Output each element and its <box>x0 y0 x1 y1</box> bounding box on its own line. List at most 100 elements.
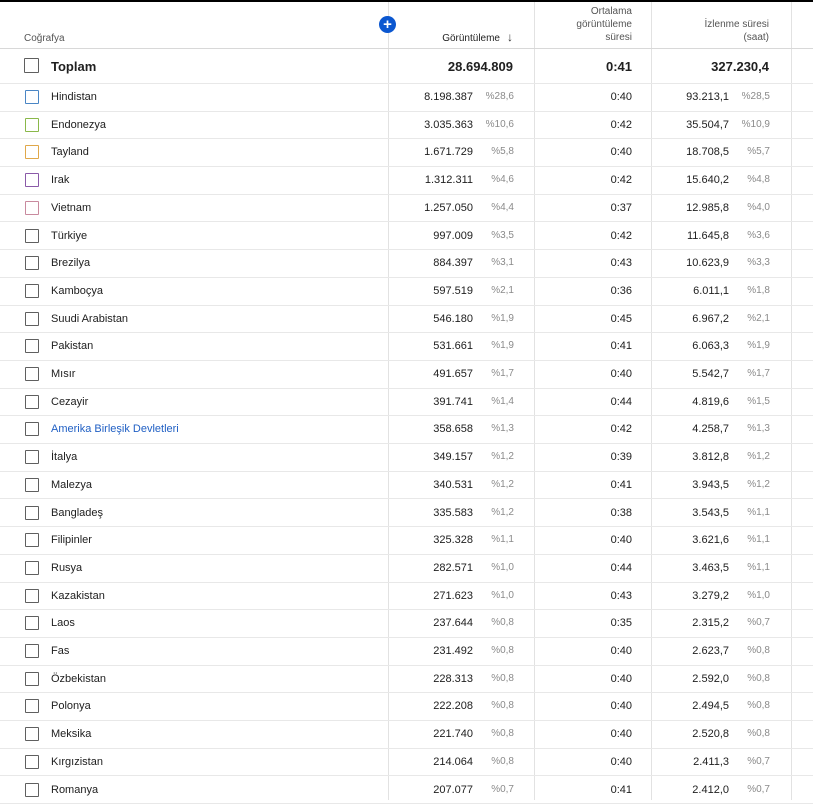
row-checkbox[interactable] <box>25 783 39 797</box>
watch-time-value: 3.279,2 <box>656 590 729 602</box>
country-name[interactable]: Bangladeş <box>51 507 103 519</box>
country-name[interactable]: Malezya <box>51 479 92 491</box>
country-name[interactable]: Romanya <box>51 784 98 796</box>
country-name[interactable]: Brezilya <box>51 257 90 269</box>
row-checkbox[interactable] <box>25 422 39 436</box>
add-metric-button[interactable]: + <box>379 16 396 33</box>
country-name[interactable]: Fas <box>51 645 69 657</box>
row-checkbox[interactable] <box>25 395 39 409</box>
geo-column-header[interactable]: Coğrafya <box>24 33 65 44</box>
country-name[interactable]: Amerika Birleşik Devletleri <box>51 423 179 435</box>
row-checkbox[interactable] <box>25 90 39 104</box>
watch-time-percent: %0,8 <box>734 673 770 684</box>
views-percent: %1,2 <box>478 451 514 462</box>
country-name[interactable]: Cezayir <box>51 396 88 408</box>
table-row: Mısır491.657%1,70:405.542,7%1,7 <box>0 361 813 389</box>
watch-time-percent: %1,1 <box>734 507 770 518</box>
watch-time-value: 3.463,5 <box>656 562 729 574</box>
watch-time-value: 5.542,7 <box>656 368 729 380</box>
views-value: 546.180 <box>400 313 473 325</box>
row-checkbox[interactable] <box>25 173 39 187</box>
views-value: 325.328 <box>400 534 473 546</box>
views-value: 391.741 <box>400 396 473 408</box>
views-value: 207.077 <box>400 784 473 796</box>
arrow-down-icon[interactable]: ↓ <box>507 30 513 44</box>
country-name[interactable]: Rusya <box>51 562 82 574</box>
views-value: 282.571 <box>400 562 473 574</box>
row-checkbox[interactable] <box>25 145 39 159</box>
table-row: Pakistan531.661%1,90:416.063,3%1,9 <box>0 333 813 361</box>
views-column-header[interactable]: Görüntüleme↓ <box>400 30 513 44</box>
row-checkbox[interactable] <box>25 561 39 575</box>
watch-time-value: 6.967,2 <box>656 313 729 325</box>
row-checkbox[interactable] <box>25 201 39 215</box>
row-checkbox[interactable] <box>25 727 39 741</box>
watch-time-percent: %1,7 <box>734 368 770 379</box>
avg-duration-value: 0:40 <box>560 534 632 546</box>
avg-duration-value: 0:42 <box>560 174 632 186</box>
country-name[interactable]: Laos <box>51 617 75 629</box>
views-percent: %28,6 <box>478 91 514 102</box>
watch-time-value: 2.411,3 <box>656 756 729 768</box>
avg-duration-value: 0:40 <box>560 673 632 685</box>
row-checkbox[interactable] <box>25 284 39 298</box>
avg-duration-value: 0:42 <box>560 230 632 242</box>
watch-time-percent: %0,8 <box>734 728 770 739</box>
country-name[interactable]: Pakistan <box>51 340 93 352</box>
views-value: 531.661 <box>400 340 473 352</box>
row-checkbox[interactable] <box>25 450 39 464</box>
watch-time-percent: %1,3 <box>734 423 770 434</box>
row-checkbox[interactable] <box>25 616 39 630</box>
country-name[interactable]: Kamboçya <box>51 285 103 297</box>
plus-icon: + <box>383 16 392 33</box>
avg-duration-column-header[interactable]: Ortalama görüntüleme süresi <box>540 5 632 44</box>
row-checkbox[interactable] <box>25 118 39 132</box>
views-percent: %3,5 <box>478 230 514 241</box>
row-checkbox[interactable] <box>25 367 39 381</box>
watch-time-value: 4.819,6 <box>656 396 729 408</box>
row-checkbox[interactable] <box>25 256 39 270</box>
country-name[interactable]: Irak <box>51 174 69 186</box>
views-value: 214.064 <box>400 756 473 768</box>
country-name[interactable]: Suudi Arabistan <box>51 313 128 325</box>
table-row: Fas231.492%0,80:402.623,7%0,8 <box>0 638 813 666</box>
country-name[interactable]: Kazakistan <box>51 590 105 602</box>
country-name[interactable]: Filipinler <box>51 534 92 546</box>
avg-duration-value: 0:39 <box>560 451 632 463</box>
watch-time-value: 3.543,5 <box>656 507 729 519</box>
row-checkbox[interactable] <box>25 672 39 686</box>
row-checkbox[interactable] <box>25 533 39 547</box>
country-name[interactable]: Hindistan <box>51 91 97 103</box>
country-name[interactable]: Türkiye <box>51 230 87 242</box>
row-checkbox[interactable] <box>25 755 39 769</box>
row-checkbox[interactable] <box>25 589 39 603</box>
table-row: Kamboçya597.519%2,10:366.011,1%1,8 <box>0 278 813 306</box>
country-name[interactable]: Kırgızistan <box>51 756 103 768</box>
row-checkbox[interactable] <box>25 644 39 658</box>
watch-time-percent: %4,8 <box>734 174 770 185</box>
row-checkbox[interactable] <box>25 699 39 713</box>
views-percent: %5,8 <box>478 146 514 157</box>
country-name[interactable]: Endonezya <box>51 119 106 131</box>
country-name[interactable]: Polonya <box>51 700 91 712</box>
table-row: Bangladeş335.583%1,20:383.543,5%1,1 <box>0 500 813 528</box>
country-name[interactable]: Vietnam <box>51 202 91 214</box>
views-percent: %1,9 <box>478 340 514 351</box>
watch-time-column-header[interactable]: İzlenme süresi (saat) <box>656 18 769 44</box>
row-checkbox[interactable] <box>25 312 39 326</box>
views-value: 231.492 <box>400 645 473 657</box>
watch-time-percent: %1,8 <box>734 285 770 296</box>
country-name[interactable]: Özbekistan <box>51 673 106 685</box>
row-checkbox[interactable] <box>25 506 39 520</box>
country-name[interactable]: Tayland <box>51 146 89 158</box>
total-checkbox[interactable] <box>24 58 39 73</box>
country-name[interactable]: İtalya <box>51 451 77 463</box>
country-name[interactable]: Mısır <box>51 368 75 380</box>
views-value: 335.583 <box>400 507 473 519</box>
country-name[interactable]: Meksika <box>51 728 91 740</box>
table-row: İtalya349.157%1,20:393.812,8%1,2 <box>0 444 813 472</box>
row-checkbox[interactable] <box>25 339 39 353</box>
row-checkbox[interactable] <box>25 478 39 492</box>
row-checkbox[interactable] <box>25 229 39 243</box>
avg-duration-value: 0:40 <box>560 91 632 103</box>
